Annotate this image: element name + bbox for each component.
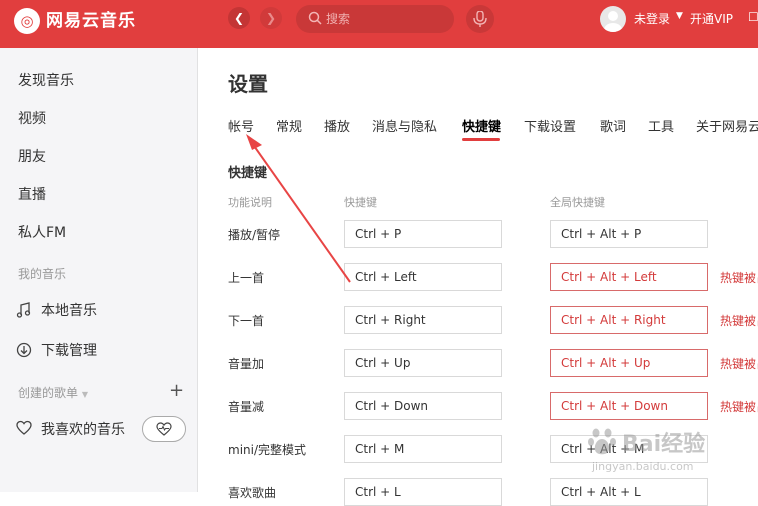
- tab-shortcuts[interactable]: 快捷键: [462, 116, 501, 135]
- sidebar-item-local-music[interactable]: 本地音乐: [41, 300, 97, 320]
- global-shortcut-input-volume-down[interactable]: Ctrl + Alt + Down: [550, 392, 708, 420]
- conflict-warning-volume-up: 热键被占: [720, 357, 758, 371]
- conflict-warning-previous: 热键被占: [720, 271, 758, 285]
- tab-account[interactable]: 帐号: [228, 116, 254, 135]
- sidebar-item-liked-music[interactable]: 我喜欢的音乐: [41, 419, 125, 439]
- user-avatar-icon: [604, 11, 622, 32]
- search-box[interactable]: [296, 5, 454, 33]
- created-playlists-label: 创建的歌单: [18, 386, 79, 400]
- row-label-volume-up: 音量加: [228, 357, 265, 371]
- search-input[interactable]: [326, 5, 446, 33]
- column-header-shortcut: 快捷键: [344, 196, 377, 209]
- column-header-function: 功能说明: [228, 196, 272, 209]
- row-label-volume-down: 音量减: [228, 400, 265, 414]
- row-label-previous: 上一首: [228, 271, 265, 285]
- login-link[interactable]: 未登录: [634, 10, 670, 27]
- baidu-paw-icon: [588, 428, 616, 455]
- tab-general[interactable]: 常规: [276, 116, 302, 135]
- netease-logo-icon: ◎: [14, 8, 40, 34]
- heartbeat-icon: [156, 422, 172, 436]
- search-icon: [308, 11, 322, 25]
- avatar[interactable]: [600, 6, 626, 32]
- voice-search-button[interactable]: [466, 5, 494, 33]
- sidebar-item-discover[interactable]: 发现音乐: [18, 70, 74, 90]
- heartbeat-mode-button[interactable]: [142, 416, 186, 442]
- sidebar-item-friends[interactable]: 朋友: [18, 146, 46, 166]
- app-name: 网易云音乐: [46, 11, 136, 31]
- download-icon: [16, 342, 32, 358]
- global-shortcut-input-previous[interactable]: Ctrl + Alt + Left: [550, 263, 708, 291]
- shortcut-section-title: 快捷键: [228, 166, 268, 181]
- tab-playback[interactable]: 播放: [324, 116, 350, 135]
- tab-download-settings[interactable]: 下载设置: [524, 116, 576, 135]
- sidebar-item-downloads[interactable]: 下载管理: [41, 340, 97, 360]
- page-title: 设置: [228, 72, 268, 96]
- title-bar: ◎ 网易云音乐 ❮ ❯ 未登录 ▼ 开通VIP ☐: [0, 0, 758, 48]
- global-shortcut-input-play-pause[interactable]: Ctrl + Alt + P: [550, 220, 708, 248]
- shortcut-input-previous[interactable]: Ctrl + Left: [344, 263, 502, 291]
- caret-down-icon: ▼: [81, 390, 88, 399]
- sidebar-item-live[interactable]: 直播: [18, 184, 46, 204]
- tab-tools[interactable]: 工具: [648, 116, 674, 135]
- row-label-play-pause: 播放/暂停: [228, 228, 281, 242]
- baidu-jingyan-watermark: Bai经验 jingyan.baidu.com: [582, 420, 752, 484]
- microphone-icon: [473, 11, 487, 27]
- add-playlist-icon[interactable]: +: [169, 382, 184, 400]
- tab-lyrics[interactable]: 歌词: [600, 116, 626, 135]
- shortcut-input-like-song[interactable]: Ctrl + L: [344, 478, 502, 506]
- heart-icon: [16, 420, 32, 435]
- watermark-url: jingyan.baidu.com: [592, 460, 694, 473]
- active-tab-indicator: [462, 138, 500, 141]
- shortcut-input-next[interactable]: Ctrl + Right: [344, 306, 502, 334]
- global-shortcut-input-volume-up[interactable]: Ctrl + Alt + Up: [550, 349, 708, 377]
- shortcut-input-mini-mode[interactable]: Ctrl + M: [344, 435, 502, 463]
- back-button[interactable]: ❮: [228, 7, 250, 29]
- created-playlists-section-title[interactable]: 创建的歌单 ▼: [18, 384, 88, 401]
- caret-down-icon[interactable]: ▼: [676, 11, 683, 21]
- conflict-warning-next: 热键被占: [720, 314, 758, 328]
- skin-icon[interactable]: ☐: [748, 10, 758, 24]
- column-header-global-shortcut: 全局快捷键: [550, 196, 605, 209]
- my-music-section-title: 我的音乐: [18, 267, 67, 281]
- row-label-next: 下一首: [228, 314, 265, 328]
- tab-privacy[interactable]: 消息与隐私: [372, 116, 437, 135]
- conflict-warning-volume-down: 热键被占: [720, 400, 758, 414]
- sidebar-item-video[interactable]: 视频: [18, 108, 46, 128]
- shortcut-input-play-pause[interactable]: Ctrl + P: [344, 220, 502, 248]
- shortcut-input-volume-down[interactable]: Ctrl + Down: [344, 392, 502, 420]
- global-shortcut-input-next[interactable]: Ctrl + Alt + Right: [550, 306, 708, 334]
- sidebar: 发现音乐 视频 朋友 直播 私人FM 我的音乐 本地音乐 下载管理 创建的歌单 …: [0, 48, 198, 492]
- sidebar-item-fm[interactable]: 私人FM: [18, 222, 66, 242]
- row-label-mini-mode: mini/完整模式: [228, 443, 307, 457]
- forward-button[interactable]: ❯: [260, 7, 282, 29]
- vip-link[interactable]: 开通VIP: [690, 10, 733, 27]
- tab-about[interactable]: 关于网易云: [696, 116, 758, 135]
- watermark-brand: Bai经验: [622, 432, 706, 457]
- music-note-icon: [16, 302, 31, 318]
- shortcut-input-volume-up[interactable]: Ctrl + Up: [344, 349, 502, 377]
- row-label-like-song: 喜欢歌曲: [228, 486, 277, 500]
